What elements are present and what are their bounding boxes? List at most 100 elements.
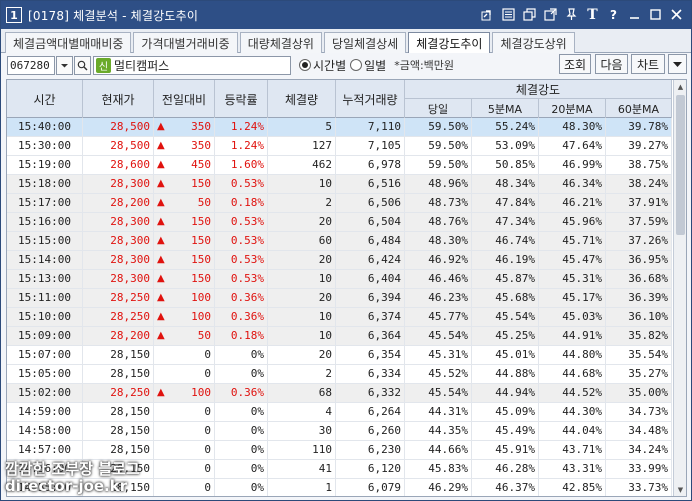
tab-daily-trade-detail[interactable]: 당일체결상세	[323, 32, 407, 53]
header-volume[interactable]: 체결량	[268, 80, 336, 118]
table-row[interactable]: 15:17:00 28,200 50 ▲ 0.18% 2 6,506 48.73% 47.84%…	[7, 194, 672, 213]
scroll-thumb[interactable]	[676, 95, 685, 235]
app-window: 1 [0178] 체결분석 - 체결강도추이 T ? 체결금액대별매매비중 가격…	[0, 0, 692, 501]
close-icon[interactable]	[668, 6, 685, 23]
query-button[interactable]: 조회	[559, 54, 591, 74]
table-row[interactable]: 15:16:00 28,300 150 ▲ 0.53% 20 6,504 48.76% 47.3…	[7, 213, 672, 232]
header-time[interactable]: 시간	[7, 80, 83, 118]
cell-strength-ma60-value: 36.39%	[628, 291, 668, 304]
tab-price-volume-ratio[interactable]: 가격대별거래비중	[133, 32, 238, 53]
cell-time: 15:09:00	[7, 327, 83, 345]
restore-icon[interactable]	[521, 6, 538, 23]
font-icon[interactable]: T	[584, 6, 601, 23]
cell-strength-ma60: 36.68%	[606, 270, 672, 288]
cell-strength-ma20: 47.64%	[539, 137, 606, 155]
cell-strength-ma5: 45.68%	[472, 289, 539, 307]
table-row[interactable]: 15:11:00 28,250 100 ▲ 0.36% 20 6,394 46.23% 45.6…	[7, 289, 672, 308]
cell-strength-today: 45.83%	[405, 460, 472, 478]
scroll-up-arrow-icon[interactable]: ▲	[674, 80, 686, 93]
cell-strength-today: 45.54%	[405, 384, 472, 402]
cell-strength-ma20-value: 42.85%	[562, 481, 602, 494]
cell-strength-ma60: 33.99%	[606, 460, 672, 478]
cell-strength-ma20-value: 46.21%	[562, 196, 602, 209]
tab-strength-top[interactable]: 체결강도상위	[492, 32, 575, 53]
cell-strength-today: 46.92%	[405, 251, 472, 269]
tab-large-trades[interactable]: 대량체결상위	[239, 32, 322, 53]
help-icon[interactable]: ?	[605, 6, 622, 23]
cell-strength-ma5-value: 45.09%	[495, 405, 535, 418]
cell-volume-value: 10	[318, 329, 332, 342]
header-ma20[interactable]: 20분MA	[539, 99, 606, 118]
table-row[interactable]: 14:58:00 28,150 0 0% 30 6,260 44.35% 45.49% 44.0…	[7, 422, 672, 441]
stock-search-button[interactable]	[74, 55, 91, 75]
watermark-line1: 깜깜한 조부장 블로그	[5, 460, 140, 478]
minimize-icon[interactable]	[626, 6, 643, 23]
table-row[interactable]: 15:13:00 28,300 150 ▲ 0.53% 10 6,404 46.46% 45.8…	[7, 270, 672, 289]
cell-rate-value: 0.53%	[230, 177, 264, 190]
cell-strength-ma20-value: 46.99%	[562, 158, 602, 171]
cell-time: 14:57:00	[7, 441, 83, 459]
cell-cum-volume-value: 6,394	[367, 291, 401, 304]
cell-strength-today-value: 46.29%	[428, 481, 468, 494]
table-row[interactable]: 15:19:00 28,600 450 ▲ 1.60% 462 6,978 59.50% 50.…	[7, 156, 672, 175]
table-row[interactable]: 15:02:00 28,250 100 ▲ 0.36% 68 6,332 45.54% 44.9…	[7, 384, 672, 403]
cell-strength-ma20: 45.71%	[539, 232, 606, 250]
cell-cum-volume: 6,264	[336, 403, 405, 421]
table-row[interactable]: 15:30:00 28,500 350 ▲ 1.24% 127 7,105 59.50% 53.…	[7, 137, 672, 156]
cell-rate: 0.53%	[215, 213, 268, 231]
table-row[interactable]: 15:09:00 28,200 50 ▲ 0.18% 10 6,364 45.54% 45.25…	[7, 327, 672, 346]
cell-rate-value: 1.60%	[230, 158, 264, 171]
table-row[interactable]: 15:15:00 28,300 150 ▲ 0.53% 60 6,484 48.30% 46.7…	[7, 232, 672, 251]
header-ma60[interactable]: 60분MA	[606, 99, 672, 118]
radio-day-indicator[interactable]	[350, 59, 363, 71]
cell-rate: 1.60%	[215, 156, 268, 174]
link-icon[interactable]	[479, 6, 496, 23]
up-arrow-icon: ▲	[157, 387, 165, 398]
popout-icon[interactable]	[542, 6, 559, 23]
toolbar-expand-button[interactable]	[668, 54, 687, 74]
cell-strength-ma60: 36.10%	[606, 308, 672, 326]
pin-icon[interactable]	[563, 6, 580, 23]
window-list-icon[interactable]	[500, 6, 517, 23]
cell-time-value: 14:58:00	[18, 424, 71, 437]
title-bar[interactable]: 1 [0178] 체결분석 - 체결강도추이 T ?	[1, 1, 691, 29]
stock-code-input[interactable]: 067280	[7, 55, 55, 75]
vertical-scrollbar[interactable]: ▲ ▼	[673, 80, 686, 496]
window-number-badge[interactable]: 1	[6, 7, 22, 23]
radio-by-time[interactable]: 시간별	[299, 57, 346, 74]
cell-rate-value: 0.18%	[230, 196, 264, 209]
cell-price: 28,150	[83, 403, 154, 421]
cell-price: 28,150	[83, 441, 154, 459]
header-ma5[interactable]: 5분MA	[472, 99, 539, 118]
table-row[interactable]: 15:40:00 28,500 350 ▲ 1.24% 5 7,110 59.50% 55.24…	[7, 118, 672, 137]
header-rate[interactable]: 등락률	[215, 80, 268, 118]
maximize-icon[interactable]	[647, 6, 664, 23]
tab-trade-amount-ratio[interactable]: 체결금액대별매매비중	[5, 32, 132, 53]
radio-by-day[interactable]: 일별	[350, 57, 386, 74]
radio-time-indicator[interactable]	[299, 59, 311, 71]
cell-cum-volume: 6,516	[336, 175, 405, 193]
cell-strength-ma5-value: 45.01%	[495, 348, 535, 361]
header-cum-volume[interactable]: 누적거래량	[336, 80, 405, 118]
stock-name-field[interactable]: 신 멀티캠퍼스	[93, 55, 291, 75]
next-button[interactable]: 다음	[595, 54, 628, 74]
code-dropdown-button[interactable]	[56, 55, 73, 75]
table-row[interactable]: 15:10:00 28,250 100 ▲ 0.36% 10 6,374 45.77% 45.5…	[7, 308, 672, 327]
header-today[interactable]: 당일	[405, 99, 472, 118]
table-row[interactable]: 14:59:00 28,150 0 0% 4 6,264 44.31% 45.09% 44.30…	[7, 403, 672, 422]
cell-strength-ma5: 50.85%	[472, 156, 539, 174]
scroll-down-arrow-icon[interactable]: ▼	[674, 483, 686, 496]
cell-strength-ma5-value: 46.19%	[495, 253, 535, 266]
table-row[interactable]: 14:57:00 28,150 0 0% 110 6,230 44.66% 45.91% 43.…	[7, 441, 672, 460]
tab-strength-trend[interactable]: 체결강도추이	[408, 32, 491, 54]
table-row[interactable]: 15:18:00 28,300 150 ▲ 0.53% 10 6,516 48.96% 48.3…	[7, 175, 672, 194]
table-row[interactable]: 15:07:00 28,150 0 0% 20 6,354 45.31% 45.01% 44.8…	[7, 346, 672, 365]
cell-time-value: 15:17:00	[18, 196, 71, 209]
cell-strength-ma60-value: 37.59%	[628, 215, 668, 228]
table-row[interactable]: 15:14:00 28,300 150 ▲ 0.53% 20 6,424 46.92% 46.1…	[7, 251, 672, 270]
header-change[interactable]: 전일대비	[154, 80, 215, 118]
cell-time-value: 15:40:00	[18, 120, 71, 133]
table-row[interactable]: 15:05:00 28,150 0 0% 2 6,334 45.52% 44.88% 44.68…	[7, 365, 672, 384]
header-price[interactable]: 현재가	[83, 80, 154, 118]
chart-button[interactable]: 차트	[631, 54, 665, 74]
